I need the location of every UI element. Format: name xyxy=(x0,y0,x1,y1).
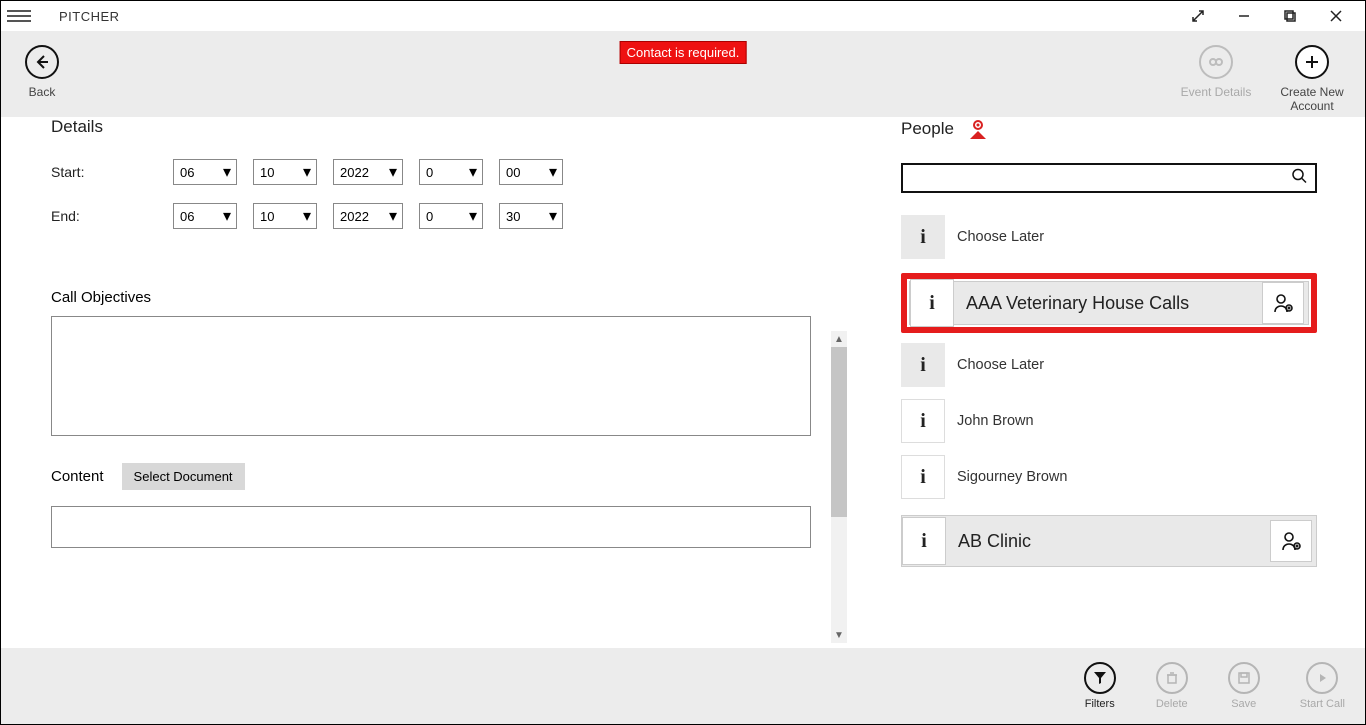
info-icon[interactable]: i xyxy=(901,455,945,499)
start-hour-select[interactable] xyxy=(419,159,483,185)
list-item[interactable]: i John Brown xyxy=(901,399,1317,443)
minimize-icon[interactable] xyxy=(1221,1,1267,31)
account-row[interactable]: i AB Clinic xyxy=(901,515,1317,567)
save-button: Save xyxy=(1228,662,1260,710)
create-new-account-button[interactable]: Create New Account xyxy=(1273,45,1351,114)
info-icon[interactable]: i xyxy=(910,279,954,327)
details-column: Details Start: ▾ ▾ ▾ ▾ ▾ End: ▾ ▾ ▾ ▾ ▾ … xyxy=(1,117,851,644)
close-icon[interactable] xyxy=(1313,1,1359,31)
add-person-button[interactable] xyxy=(1270,520,1312,562)
content-label: Content xyxy=(51,468,104,485)
link-icon xyxy=(1199,45,1233,79)
people-item-name: Choose Later xyxy=(957,229,1044,245)
call-objectives-label: Call Objectives xyxy=(51,289,851,306)
people-search-input[interactable] xyxy=(903,165,1315,191)
hamburger-menu-icon[interactable] xyxy=(7,10,31,22)
event-details-label: Event Details xyxy=(1177,85,1255,99)
play-icon xyxy=(1306,662,1338,694)
start-row: Start: ▾ ▾ ▾ ▾ ▾ xyxy=(51,159,851,185)
start-day-select[interactable] xyxy=(173,159,237,185)
end-month-select[interactable] xyxy=(253,203,317,229)
list-item[interactable]: i Choose Later xyxy=(901,215,1317,259)
people-column: People i Choose Later i AAA Veterinary H… xyxy=(851,117,1365,644)
delete-button: Delete xyxy=(1156,662,1188,710)
create-new-account-label: Create New Account xyxy=(1273,85,1351,114)
people-search[interactable] xyxy=(901,163,1317,193)
footer-toolbar: Filters Delete Save Start Call xyxy=(1,648,1365,724)
account-row[interactable]: i AAA Veterinary House Calls xyxy=(909,281,1309,325)
info-icon[interactable]: i xyxy=(901,215,945,259)
start-year-select[interactable] xyxy=(333,159,403,185)
window-title: PITCHER xyxy=(59,9,120,24)
person-plus-icon xyxy=(1272,292,1294,314)
account-name: AAA Veterinary House Calls xyxy=(966,293,1262,314)
end-row: End: ▾ ▾ ▾ ▾ ▾ xyxy=(51,203,851,229)
back-button[interactable]: Back xyxy=(15,45,69,99)
people-item-name: Choose Later xyxy=(957,357,1044,373)
scroll-up-icon[interactable]: ▲ xyxy=(831,331,847,347)
content-row: Content Select Document xyxy=(51,463,851,490)
delete-label: Delete xyxy=(1156,698,1188,710)
info-icon[interactable]: i xyxy=(901,343,945,387)
trash-icon xyxy=(1156,662,1188,694)
error-banner: Contact is required. xyxy=(620,41,747,64)
start-call-label: Start Call xyxy=(1300,698,1345,710)
people-item-name: Sigourney Brown xyxy=(957,469,1067,485)
location-person-icon xyxy=(966,117,990,141)
person-plus-icon xyxy=(1280,530,1302,552)
call-objectives-textarea[interactable] xyxy=(51,316,811,436)
end-label: End: xyxy=(51,208,173,224)
content-list-box[interactable] xyxy=(51,506,811,548)
info-icon[interactable]: i xyxy=(901,399,945,443)
arrow-left-icon xyxy=(25,45,59,79)
main-area: Details Start: ▾ ▾ ▾ ▾ ▾ End: ▾ ▾ ▾ ▾ ▾ … xyxy=(1,117,1365,644)
save-icon xyxy=(1228,662,1260,694)
start-minute-select[interactable] xyxy=(499,159,563,185)
start-label: Start: xyxy=(51,164,173,180)
select-document-button[interactable]: Select Document xyxy=(122,463,245,490)
account-name: AB Clinic xyxy=(958,531,1270,552)
add-person-button[interactable] xyxy=(1262,282,1304,324)
scrollbar[interactable]: ▲ ▼ xyxy=(831,347,847,627)
list-item[interactable]: i Sigourney Brown xyxy=(901,455,1317,499)
scrollbar-thumb[interactable] xyxy=(831,347,847,517)
filters-button[interactable]: Filters xyxy=(1084,662,1116,710)
back-label: Back xyxy=(15,85,69,99)
end-minute-select[interactable] xyxy=(499,203,563,229)
search-icon xyxy=(1291,168,1307,189)
info-icon[interactable]: i xyxy=(902,517,946,565)
plus-icon xyxy=(1295,45,1329,79)
window-titlebar: PITCHER xyxy=(1,1,1365,31)
top-toolbar: Back Contact is required. Event Details … xyxy=(1,31,1365,117)
end-year-select[interactable] xyxy=(333,203,403,229)
maximize-icon[interactable] xyxy=(1267,1,1313,31)
scroll-down-icon[interactable]: ▼ xyxy=(831,627,847,643)
people-header-text: People xyxy=(901,119,954,139)
people-item-name: John Brown xyxy=(957,413,1034,429)
diagonal-expand-icon[interactable] xyxy=(1175,1,1221,31)
end-day-select[interactable] xyxy=(173,203,237,229)
people-header: People xyxy=(901,117,1317,141)
highlighted-account: i AAA Veterinary House Calls xyxy=(901,273,1317,333)
start-call-button: Start Call xyxy=(1300,662,1345,710)
end-hour-select[interactable] xyxy=(419,203,483,229)
filters-label: Filters xyxy=(1084,698,1116,710)
event-details-button: Event Details xyxy=(1177,45,1255,114)
start-month-select[interactable] xyxy=(253,159,317,185)
funnel-icon xyxy=(1084,662,1116,694)
list-item[interactable]: i Choose Later xyxy=(901,343,1317,387)
save-label: Save xyxy=(1228,698,1260,710)
details-header: Details xyxy=(51,117,851,137)
